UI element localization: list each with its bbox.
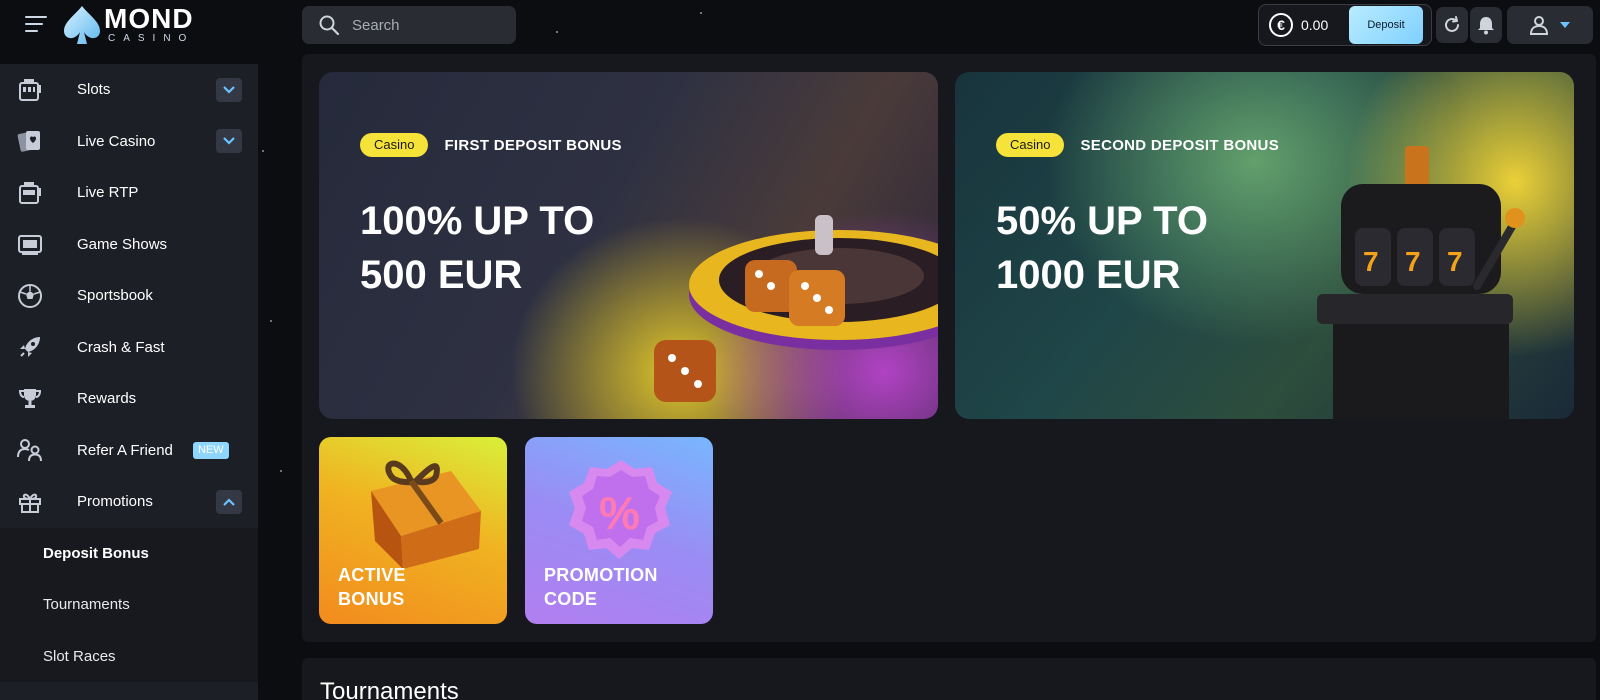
users-icon — [16, 436, 44, 464]
user-menu-button[interactable] — [1507, 6, 1593, 44]
percent-badge-icon: % — [569, 460, 672, 559]
sidebar-item-label: Sportsbook — [77, 287, 153, 305]
sidebar-item-game-shows[interactable]: Game Shows — [0, 219, 258, 271]
sidebar-item-label: Crash & Fast — [77, 338, 165, 356]
search-icon — [319, 15, 340, 36]
tile-label: PROMOTION CODE — [544, 565, 658, 609]
sidebar-item-label: Slots — [77, 81, 111, 99]
sidebar: Slots Live Casino Live RTP Game Shows Sp… — [0, 64, 258, 700]
user-icon — [1529, 16, 1549, 35]
svg-text:%: % — [599, 487, 640, 539]
svg-text:7: 7 — [1363, 246, 1379, 277]
sidebar-item-rewards[interactable]: Rewards — [0, 373, 258, 425]
banner-title: FIRST DEPOSIT BONUS — [444, 136, 622, 154]
star-dot — [270, 320, 272, 322]
soccer-ball-icon — [16, 282, 44, 310]
star-dot — [262, 150, 264, 152]
sidebar-item-live-rtp[interactable]: Live RTP — [0, 167, 258, 219]
tile-label: ACTIVE BONUS — [338, 565, 406, 609]
roulette-dice-illustration — [654, 215, 938, 402]
star-dot — [280, 470, 282, 472]
chevron-up-icon[interactable] — [216, 489, 242, 514]
section-title: Tournaments — [320, 678, 459, 700]
euro-icon: € — [1269, 13, 1293, 37]
cards-icon — [16, 127, 44, 155]
search-input[interactable] — [352, 16, 502, 34]
sidebar-subitem-slot-races[interactable]: Slot Races — [0, 631, 258, 683]
banner-title: SECOND DEPOSIT BONUS — [1080, 136, 1279, 154]
sidebar-item-promotions[interactable]: Promotions — [0, 476, 258, 528]
chevron-down-icon[interactable] — [216, 129, 242, 154]
sidebar-item-refer-a-friend[interactable]: Refer A Friend NEW — [0, 425, 258, 477]
sidebar-item-live-casino[interactable]: Live Casino — [0, 116, 258, 168]
tournaments-section: Tournaments — [302, 658, 1596, 700]
search-bar[interactable] — [302, 6, 516, 44]
gift-box-illustration — [371, 460, 481, 569]
new-badge: NEW — [193, 441, 229, 459]
banner-headline: 100% UP TO 500 EUR — [360, 199, 595, 297]
slot-machine-icon — [16, 179, 44, 207]
sidebar-item-label: Game Shows — [77, 235, 168, 253]
balance-amount: 0.00 — [1301, 17, 1329, 33]
bell-icon — [1478, 17, 1494, 35]
second-deposit-bonus-banner[interactable]: Casino SECOND DEPOSIT BONUS 50% UP TO 10… — [955, 72, 1574, 419]
sidebar-subitem-tournaments[interactable]: Tournaments — [0, 579, 258, 631]
first-deposit-bonus-banner[interactable]: Casino FIRST DEPOSIT BONUS 100% UP TO 50… — [319, 72, 938, 419]
slot-machine-icon — [16, 76, 44, 104]
promotions-submenu: Deposit Bonus Tournaments Slot Races — [0, 527, 258, 683]
sidebar-item-label: Refer A Friend — [77, 441, 173, 459]
gift-icon — [16, 488, 44, 516]
deposit-button[interactable]: Deposit — [1349, 6, 1423, 44]
chevron-down-icon[interactable] — [216, 77, 242, 102]
refresh-button[interactable] — [1436, 7, 1468, 43]
menu-icon[interactable] — [25, 16, 47, 34]
caret-down-icon — [1560, 22, 1570, 28]
banner-headline: 50% UP TO 1000 EUR — [996, 199, 1208, 297]
rocket-icon — [16, 333, 44, 361]
sidebar-item-label: Live RTP — [77, 184, 139, 202]
notifications-button[interactable] — [1470, 7, 1502, 43]
sidebar-item-slots[interactable]: Slots — [0, 64, 258, 116]
sidebar-subitem-deposit-bonus[interactable]: Deposit Bonus — [0, 528, 258, 580]
tv-icon — [16, 230, 44, 258]
sidebar-item-sportsbook[interactable]: Sportsbook — [0, 270, 258, 322]
category-tag: Casino — [360, 133, 429, 157]
trophy-icon — [16, 385, 44, 413]
category-tag: Casino — [996, 133, 1065, 157]
logo[interactable]: MOND CASINO — [62, 4, 194, 46]
logo-text: MOND — [104, 3, 194, 34]
top-header: MOND CASINO € 0.00 Deposit — [0, 0, 1600, 52]
sidebar-item-label: Live Casino — [77, 132, 156, 150]
wallet: € 0.00 Deposit — [1258, 4, 1432, 46]
spade-logo-icon — [64, 6, 100, 44]
sidebar-item-label: Rewards — [77, 390, 137, 408]
refresh-icon — [1445, 16, 1459, 32]
logo-subtext: CASINO — [108, 33, 195, 44]
sidebar-item-label: Promotions — [77, 493, 153, 511]
slot-machine-illustration: 7 7 7 — [1317, 146, 1525, 419]
sidebar-item-crash-fast[interactable]: Crash & Fast — [0, 322, 258, 374]
svg-text:7: 7 — [1405, 246, 1421, 277]
svg-text:7: 7 — [1447, 246, 1463, 277]
active-bonus-tile[interactable]: ACTIVE BONUS — [319, 437, 507, 624]
promotion-code-tile[interactable]: % PROMOTION CODE — [525, 437, 713, 624]
